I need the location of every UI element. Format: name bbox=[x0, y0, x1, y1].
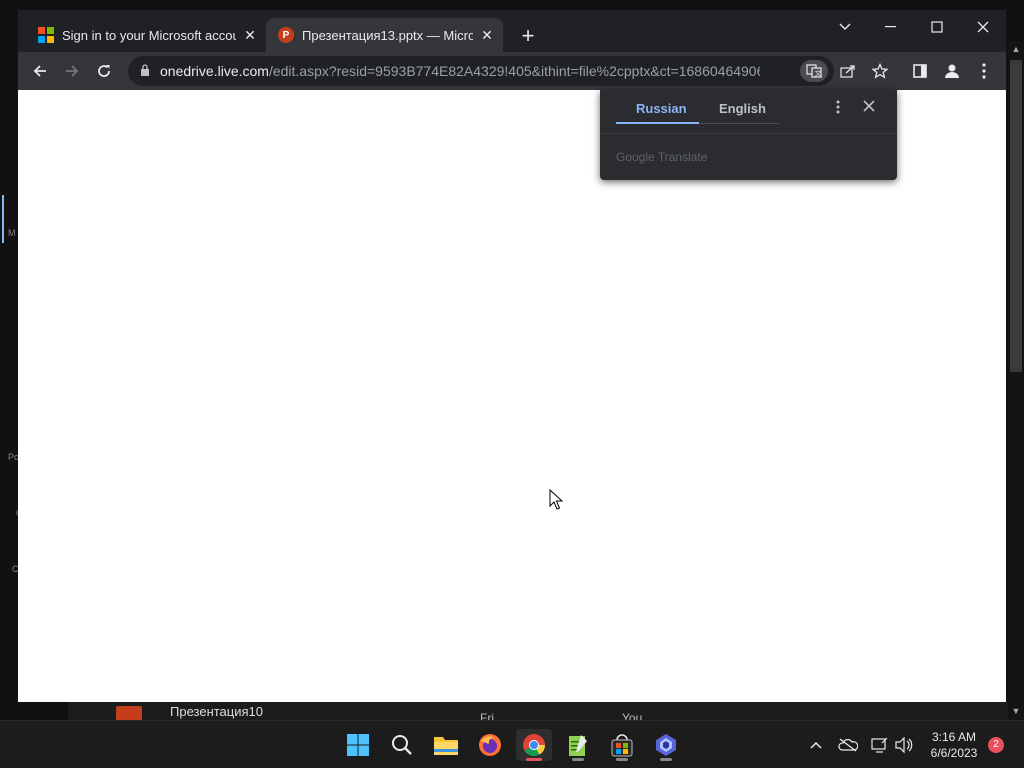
tab-search-icon[interactable] bbox=[822, 12, 868, 42]
tab-powerpoint[interactable]: P Презентация13.pptx — Microsoft PowerPo… bbox=[266, 18, 503, 52]
network-icon[interactable] bbox=[870, 735, 890, 755]
new-tab-button[interactable]: + bbox=[516, 25, 540, 49]
system-clock[interactable]: 3:16 AM 6/6/2023 bbox=[926, 729, 982, 761]
firefox-icon[interactable] bbox=[472, 729, 508, 761]
scroll-down-arrow-icon[interactable]: ▼ bbox=[1010, 706, 1022, 718]
page-content[interactable] bbox=[18, 90, 1006, 702]
maximize-button[interactable] bbox=[914, 12, 960, 42]
tab-microsoft-sign-in[interactable]: Sign in to your Microsoft account ✕ bbox=[26, 18, 266, 52]
selected-language-indicator bbox=[616, 122, 699, 124]
address-bar[interactable]: onedrive.live.com/edit.aspx?resid=9593B7… bbox=[128, 56, 855, 86]
mouse-cursor-icon bbox=[549, 489, 563, 510]
background-nav-letter: M bbox=[8, 228, 16, 238]
store-icon[interactable] bbox=[604, 729, 640, 761]
minimize-button[interactable] bbox=[868, 12, 914, 42]
tab-title: Sign in to your Microsoft account bbox=[62, 27, 236, 43]
translate-options-icon[interactable] bbox=[830, 100, 846, 118]
notification-badge[interactable]: 2 bbox=[988, 737, 1004, 753]
google-translate-brand: Google Translate bbox=[616, 150, 708, 164]
translate-popup: Russian English Google Translate bbox=[600, 90, 897, 180]
reload-button[interactable] bbox=[90, 57, 118, 85]
share-icon[interactable] bbox=[834, 60, 862, 82]
scrollbar-thumb[interactable] bbox=[1010, 60, 1022, 372]
tab-strip: Sign in to your Microsoft account ✕ P Пр… bbox=[18, 10, 1006, 52]
language-tabs: Russian English bbox=[600, 90, 897, 134]
clock-time: 3:16 AM bbox=[931, 730, 977, 744]
browser-toolbar: onedrive.live.com/edit.aspx?resid=9593B7… bbox=[18, 52, 1006, 90]
search-icon[interactable] bbox=[384, 729, 420, 761]
tab-title: Презентация13.pptx — Microsoft PowerPoin… bbox=[302, 27, 473, 43]
notepad-icon[interactable] bbox=[560, 729, 596, 761]
profile-avatar-icon[interactable] bbox=[938, 57, 966, 85]
background-nav-accent bbox=[2, 195, 4, 243]
desktop: M Po C C Презентация10 Fri You Sign in t… bbox=[0, 0, 1024, 768]
forward-button[interactable] bbox=[58, 57, 86, 85]
taskbar: 3:16 AM 6/6/2023 2 bbox=[0, 720, 1024, 768]
language-tab-source[interactable]: Russian bbox=[636, 101, 687, 116]
microsoft-logo-icon bbox=[38, 27, 54, 43]
windows-start-icon[interactable] bbox=[340, 729, 376, 761]
bookmark-star-icon[interactable] bbox=[866, 57, 894, 85]
close-tab-icon[interactable]: ✕ bbox=[479, 27, 495, 43]
volume-icon[interactable] bbox=[894, 735, 914, 755]
browser-menu-icon[interactable] bbox=[970, 57, 998, 85]
back-button[interactable] bbox=[26, 57, 54, 85]
copilot-icon[interactable] bbox=[648, 729, 684, 761]
url-text[interactable]: onedrive.live.com/edit.aspx?resid=9593B7… bbox=[160, 63, 760, 79]
lock-icon[interactable] bbox=[140, 64, 150, 76]
file-name: Презентация10 bbox=[170, 704, 263, 719]
side-panel-icon[interactable] bbox=[906, 57, 934, 85]
url-path: /edit.aspx?resid=9593B774E82A4329!405&it… bbox=[268, 63, 760, 79]
svg-text:文: 文 bbox=[815, 69, 822, 78]
close-window-button[interactable] bbox=[960, 12, 1006, 42]
close-translate-icon[interactable] bbox=[860, 99, 878, 117]
onedrive-offline-icon[interactable] bbox=[838, 735, 858, 755]
url-host: onedrive.live.com bbox=[160, 63, 269, 79]
clock-date: 6/6/2023 bbox=[930, 746, 978, 760]
language-tab-target[interactable]: English bbox=[719, 101, 766, 116]
language-tab-divider bbox=[699, 123, 779, 124]
background-file-row[interactable]: Презентация10 Fri You bbox=[68, 702, 1008, 725]
file-explorer-icon[interactable] bbox=[428, 729, 464, 761]
powerpoint-icon: P bbox=[278, 27, 294, 43]
chrome-icon[interactable] bbox=[516, 729, 552, 761]
chevron-up-icon[interactable] bbox=[806, 735, 826, 755]
close-tab-icon[interactable]: ✕ bbox=[242, 27, 258, 43]
scroll-up-arrow-icon[interactable]: ▲ bbox=[1010, 44, 1022, 56]
translate-icon[interactable]: 文 bbox=[800, 60, 828, 82]
